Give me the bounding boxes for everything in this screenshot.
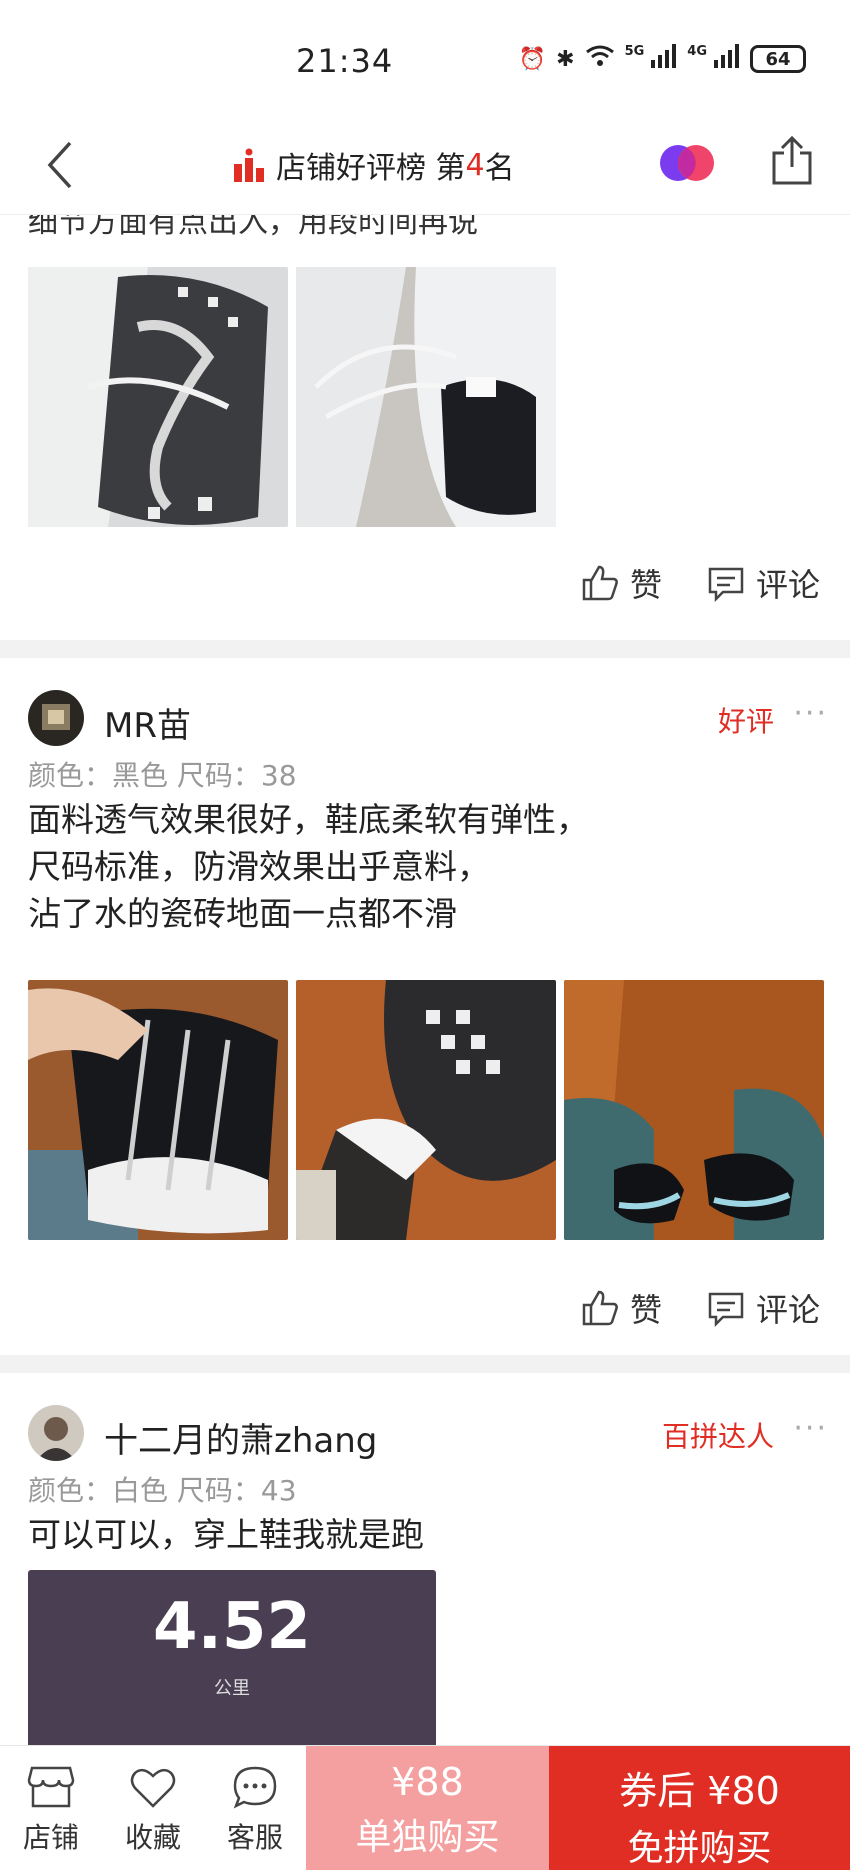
- run-distance: 4.52: [153, 1590, 311, 1664]
- review-header: 十二月的萧zhang 百拼达人 ···: [0, 1405, 850, 1465]
- customer-service-button[interactable]: 客服: [210, 1764, 300, 1856]
- review-photos: [28, 267, 556, 527]
- status-icons: ⏰ ✱ 5G 4G 64: [519, 44, 806, 74]
- comment-button[interactable]: 评论: [706, 560, 820, 606]
- bottom-bar: 店铺 收藏 客服 ¥88 单独购买 券后 ¥80 免拼购买: [0, 1745, 850, 1870]
- section-divider: [0, 640, 850, 658]
- buy-solo-button[interactable]: ¥88 单独购买: [306, 1746, 549, 1870]
- signal-5g-icon: 5G: [625, 44, 678, 74]
- review-photo[interactable]: [296, 267, 556, 527]
- battery-indicator: 64: [750, 45, 806, 73]
- wifi-icon: [585, 44, 615, 74]
- review-actions: 赞 评论: [580, 560, 820, 606]
- thumbs-up-icon: [582, 565, 618, 601]
- back-button[interactable]: [40, 135, 90, 195]
- share-button[interactable]: [770, 135, 814, 187]
- more-button[interactable]: ···: [793, 1411, 828, 1446]
- review-list[interactable]: 细节方面有点出入，用段时间再说 赞 评论 MR苗 好评 ··· 颜色：黑色 尺码…: [0, 215, 850, 1745]
- rank-number: 4: [465, 147, 485, 183]
- comment-label: 评论: [755, 1291, 820, 1329]
- solo-price: ¥88: [391, 1760, 464, 1804]
- review-photo[interactable]: 4.52 公里: [28, 1570, 436, 1745]
- chat-icon: [233, 1766, 277, 1809]
- ranking-icon: [234, 148, 264, 182]
- title-prefix: 店铺好评榜 第: [276, 151, 466, 186]
- user-name[interactable]: 十二月的萧zhang: [104, 1413, 377, 1462]
- bluetooth-icon: ✱: [556, 46, 575, 72]
- comment-button[interactable]: 评论: [706, 1285, 820, 1331]
- group-label: 免拼购买: [627, 1828, 772, 1869]
- review-photo[interactable]: [28, 980, 288, 1240]
- like-button[interactable]: 赞: [580, 560, 662, 606]
- review-item: MR苗 好评 ··· 颜色：黑色 尺码：38 面料透气效果很好，鞋底柔软有弹性，…: [0, 690, 850, 1329]
- run-unit: 公里: [214, 1678, 250, 1699]
- user-name[interactable]: MR苗: [104, 698, 191, 747]
- like-button[interactable]: 赞: [580, 1285, 662, 1331]
- review-text: 面料透气效果很好，鞋底柔软有弹性， 尺码标准，防滑效果出乎意料， 沾了水的瓷砖地…: [28, 796, 589, 937]
- avatar[interactable]: [28, 1405, 84, 1461]
- comment-icon: [708, 567, 744, 603]
- more-button[interactable]: ···: [793, 696, 828, 731]
- page-title[interactable]: 店铺好评榜 第4名: [232, 143, 515, 187]
- group-price: 券后 ¥80: [619, 1769, 780, 1813]
- title-suffix: 名: [484, 151, 515, 186]
- chevron-left-icon: [47, 141, 72, 189]
- solo-label: 单独购买: [355, 1817, 500, 1858]
- review-photo[interactable]: [28, 267, 288, 527]
- service-label: 客服: [226, 1821, 283, 1854]
- avatar[interactable]: [28, 690, 84, 746]
- review-text-line: 尺码标准，防滑效果出乎意料，: [28, 847, 490, 886]
- share-icon: [772, 135, 812, 185]
- review-text: 细节方面有点出入，用段时间再说: [28, 215, 478, 240]
- review-spec: 颜色：黑色 尺码：38: [28, 759, 297, 792]
- comment-icon: [708, 1292, 744, 1328]
- review-photo[interactable]: [564, 980, 824, 1240]
- group-circles-icon[interactable]: [658, 141, 718, 185]
- header: 店铺好评榜 第4名: [0, 115, 850, 215]
- review-photo[interactable]: [296, 980, 556, 1240]
- store-label: 店铺: [22, 1821, 79, 1854]
- review-badge: 好评: [717, 705, 774, 738]
- favorite-button[interactable]: 收藏: [108, 1764, 198, 1856]
- review-text: 可以可以，穿上鞋我就是跑: [28, 1515, 424, 1554]
- alarm-icon: ⏰: [518, 46, 547, 72]
- review-photos: [28, 980, 824, 1240]
- like-label: 赞: [629, 1291, 662, 1329]
- signal-4g-icon: 4G: [687, 44, 740, 74]
- review-text-line: 沾了水的瓷砖地面一点都不滑: [28, 894, 457, 933]
- store-icon: [27, 1766, 75, 1808]
- review-text-line: 面料透气效果很好，鞋底柔软有弹性，: [28, 800, 589, 839]
- status-time: 21:34: [296, 42, 394, 80]
- review-badge: 百拼达人: [661, 1420, 774, 1453]
- status-bar: 21:34 ⏰ ✱ 5G 4G 64: [0, 0, 850, 115]
- review-header: MR苗 好评 ···: [0, 690, 850, 750]
- heart-icon: [130, 1768, 176, 1808]
- buy-group-button[interactable]: 券后 ¥80 免拼购买: [549, 1746, 850, 1870]
- comment-label: 评论: [755, 566, 820, 604]
- favorite-label: 收藏: [124, 1821, 181, 1854]
- section-divider: [0, 1355, 850, 1373]
- like-label: 赞: [629, 566, 662, 604]
- review-actions: 赞 评论: [580, 1285, 820, 1331]
- review-spec: 颜色：白色 尺码：43: [28, 1474, 297, 1507]
- review-item: 十二月的萧zhang 百拼达人 ··· 颜色：白色 尺码：43 可以可以，穿上鞋…: [0, 1405, 850, 1745]
- thumbs-up-icon: [582, 1290, 618, 1326]
- store-button[interactable]: 店铺: [6, 1764, 96, 1856]
